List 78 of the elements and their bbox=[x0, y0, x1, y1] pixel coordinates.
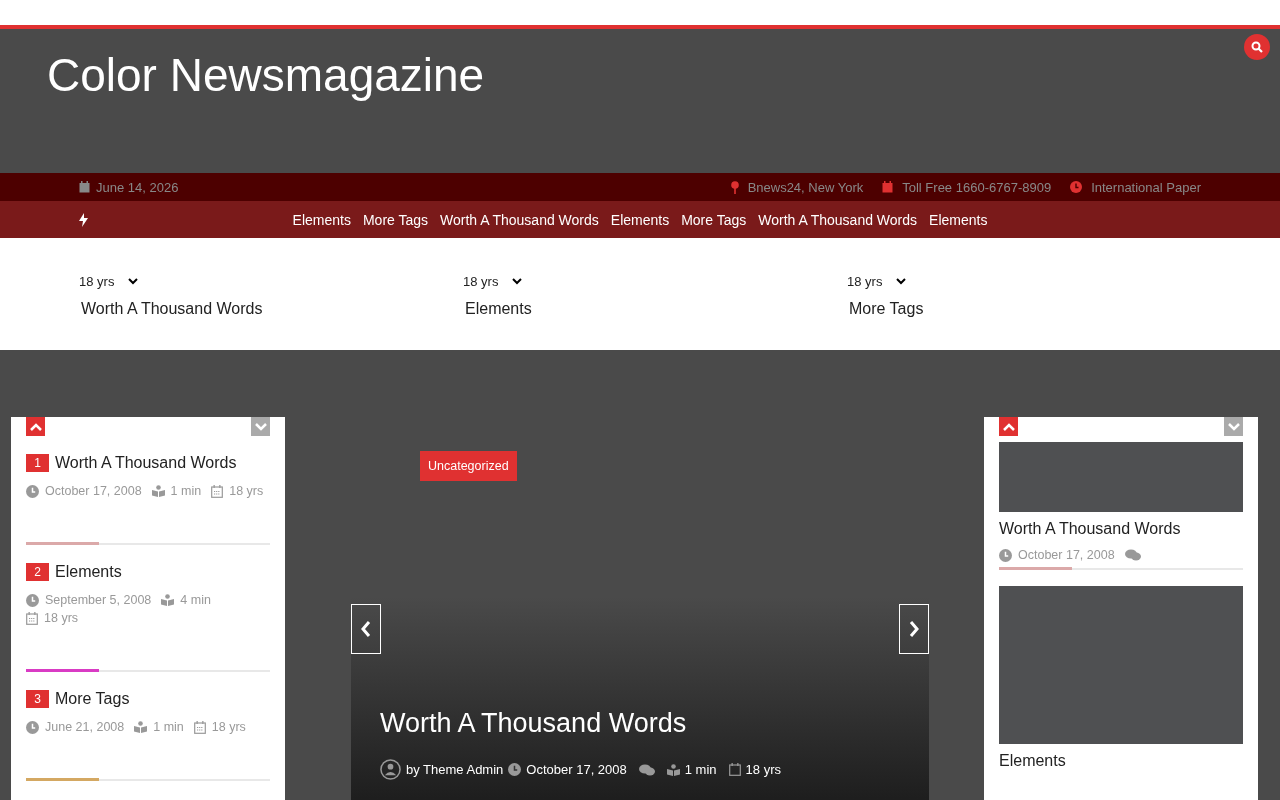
chevron-up-icon bbox=[1002, 422, 1015, 431]
read-time: 1 min bbox=[170, 484, 202, 498]
map-pin-icon bbox=[730, 180, 739, 194]
paper-text: International Paper bbox=[1091, 179, 1201, 195]
post-date: October 17, 2008 bbox=[45, 484, 142, 498]
post-age: 18 yrs bbox=[229, 484, 264, 498]
nav-link[interactable]: Elements bbox=[929, 211, 988, 228]
reader-icon bbox=[161, 594, 175, 606]
chevron-down-icon[interactable] bbox=[512, 278, 523, 285]
category-tag[interactable]: Uncategorized bbox=[420, 451, 517, 481]
search-button[interactable] bbox=[1244, 34, 1270, 60]
post-title[interactable]: Elements bbox=[463, 300, 532, 318]
clock-icon bbox=[999, 548, 1012, 562]
calendar-icon bbox=[728, 763, 741, 776]
post-age: 18 yrs bbox=[79, 274, 115, 289]
post-date: September 5, 2008 bbox=[45, 593, 152, 607]
post-title[interactable]: Elements bbox=[55, 563, 122, 581]
slide-title[interactable]: Worth A Thousand Words bbox=[380, 708, 687, 739]
post-age: 18 yrs bbox=[211, 720, 246, 734]
rank-badge: 3 bbox=[26, 690, 49, 708]
post-title[interactable]: More Tags bbox=[847, 300, 924, 318]
post-title[interactable]: More Tags bbox=[55, 690, 130, 708]
post-title[interactable]: Worth A Thousand Words bbox=[55, 454, 237, 472]
post-title[interactable]: Worth A Thousand Words bbox=[79, 300, 263, 318]
post-title[interactable]: Worth A Thousand Words bbox=[999, 520, 1243, 538]
calendar-icon bbox=[193, 720, 206, 734]
location-text: Bnews24, New York bbox=[747, 179, 864, 195]
lightning-icon bbox=[79, 212, 88, 227]
post-age: 18 yrs bbox=[847, 274, 883, 289]
post-age: 18 yrs bbox=[745, 762, 781, 777]
nav-link[interactable]: Worth A Thousand Words bbox=[440, 211, 599, 228]
clock-icon bbox=[508, 763, 522, 776]
clock-icon bbox=[26, 720, 39, 734]
chevron-up-icon bbox=[29, 422, 42, 431]
post-date: October 17, 2008 bbox=[526, 762, 627, 777]
chevron-right-icon bbox=[908, 620, 920, 638]
phone-text: Toll Free 1660-6767-8909 bbox=[902, 179, 1052, 195]
calendar-icon bbox=[26, 611, 38, 625]
clock-icon bbox=[1070, 181, 1083, 193]
calendar-icon bbox=[211, 484, 224, 498]
comments-icon bbox=[638, 763, 655, 776]
search-icon bbox=[1251, 41, 1263, 53]
nav-link[interactable]: Worth A Thousand Words bbox=[758, 211, 918, 228]
chevron-down-icon[interactable] bbox=[128, 278, 139, 285]
scroll-up-button[interactable] bbox=[999, 417, 1018, 436]
chevron-down-icon bbox=[1227, 422, 1240, 431]
clock-icon bbox=[26, 484, 39, 498]
scroll-up-button[interactable] bbox=[26, 417, 45, 436]
author-name[interactable]: by Theme Admin bbox=[406, 762, 504, 777]
rank-badge: 1 bbox=[26, 454, 49, 472]
nav-link[interactable]: More Tags bbox=[362, 211, 429, 228]
current-date: June 14, 2026 bbox=[96, 179, 179, 195]
post-title[interactable]: Elements bbox=[999, 752, 1243, 770]
avatar-icon bbox=[380, 759, 401, 780]
calendar-icon bbox=[882, 181, 894, 193]
chevron-down-icon bbox=[254, 422, 267, 431]
next-button[interactable] bbox=[899, 604, 929, 654]
nav-link[interactable]: Elements bbox=[292, 211, 351, 228]
read-time: 1 min bbox=[684, 762, 717, 777]
post-date: June 21, 2008 bbox=[45, 720, 125, 734]
rank-badge: 2 bbox=[26, 563, 49, 581]
clock-icon bbox=[26, 593, 39, 607]
chevron-left-icon bbox=[360, 620, 372, 638]
site-title[interactable]: Color Newsmagazine bbox=[47, 29, 485, 102]
previous-button[interactable] bbox=[351, 604, 381, 654]
chevron-down-icon[interactable] bbox=[896, 278, 907, 285]
post-age: 18 yrs bbox=[463, 274, 499, 289]
read-time: 1 min bbox=[153, 720, 184, 734]
reader-icon bbox=[666, 763, 680, 776]
calendar-icon bbox=[79, 181, 90, 193]
comments-icon bbox=[1124, 549, 1141, 561]
nav-link[interactable]: Elements bbox=[610, 211, 670, 228]
nav-link[interactable]: More Tags bbox=[681, 211, 747, 228]
reader-icon bbox=[134, 721, 148, 733]
post-date: October 17, 2008 bbox=[1018, 548, 1115, 562]
post-age: 18 yrs bbox=[44, 611, 79, 625]
read-time: 4 min bbox=[180, 593, 211, 607]
reader-icon bbox=[151, 485, 165, 497]
